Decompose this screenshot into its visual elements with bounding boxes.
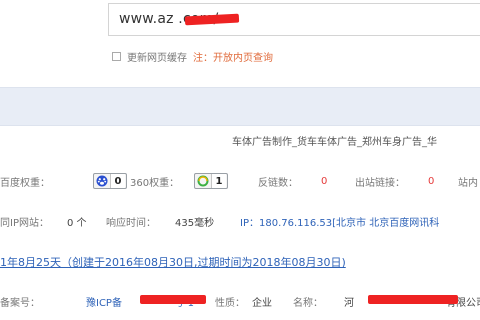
baidu-weight-value: 0 (110, 174, 125, 188)
nature-label: 性质： (215, 297, 245, 309)
redaction-mark (140, 295, 206, 304)
same-ip-value[interactable]: 0 个 (67, 214, 87, 229)
company-name-prefix: 河 (344, 297, 354, 309)
backlinks-value[interactable]: 0 (321, 176, 327, 187)
weights-row: 百度权重： 0 360权重： 1 反链数： 0 出站链接： 0 站内 (0, 172, 480, 190)
ip-address-text[interactable]: IP：180.76.116.53[北京市 北京百度网讯科 (240, 214, 439, 229)
baidu-weight-label: 百度权重： (0, 177, 50, 189)
weight360-badge[interactable]: 1 (194, 173, 228, 189)
redaction-mark (368, 295, 458, 304)
weight360-label: 360权重： (130, 177, 180, 189)
redaction-mark (184, 13, 240, 26)
response-time-value: 435毫秒 (175, 217, 215, 229)
company-name-label: 名称： (293, 297, 323, 309)
icp-record-prefix[interactable]: 豫ICP备 (86, 294, 122, 309)
nature-value: 企业 (252, 297, 272, 309)
update-cache-checkbox[interactable] (112, 51, 121, 61)
update-cache-label[interactable]: 更新网页缓存 (127, 49, 187, 64)
backlinks-label: 反链数： (258, 177, 298, 189)
site-title-keywords: 车体广告制作_货车车体广告_郑州车身广告_华 (232, 137, 437, 148)
baidu-paw-icon (94, 174, 110, 188)
outlinks-label: 出站链接： (355, 177, 405, 189)
cache-note: 注：开放内页查询 (193, 52, 273, 64)
response-time-label: 响应时间： (106, 217, 156, 229)
inner-links-label: 站内 (458, 177, 478, 189)
same-ip-label: 同IP网站： (0, 217, 49, 229)
domain-age-link[interactable]: 1年8月25天（创建于2016年08月30日,过期时间为2018年08月30日) (0, 254, 346, 270)
icp-record-label: 备案号： (0, 297, 40, 309)
baidu-weight-badge[interactable]: 0 (93, 173, 127, 189)
360-ring-icon (195, 174, 211, 188)
cache-option-row: 更新网页缓存 注：开放内页查询 (112, 49, 273, 64)
url-input[interactable]: www.az .com/ (108, 3, 480, 36)
icp-row: 备案号： 豫ICP备 号-1 性质： 企业 名称： 河 有限公司 (0, 292, 480, 309)
weight360-value: 1 (211, 174, 226, 188)
ip-row: 同IP网站： 0 个 响应时间： 435毫秒 IP：180.76.116.53[… (0, 212, 480, 229)
section-band (0, 87, 480, 126)
outlinks-value[interactable]: 0 (428, 176, 434, 187)
domain-age-row: 1年8月25天（创建于2016年08月30日,过期时间为2018年08月30日) (0, 253, 480, 269)
